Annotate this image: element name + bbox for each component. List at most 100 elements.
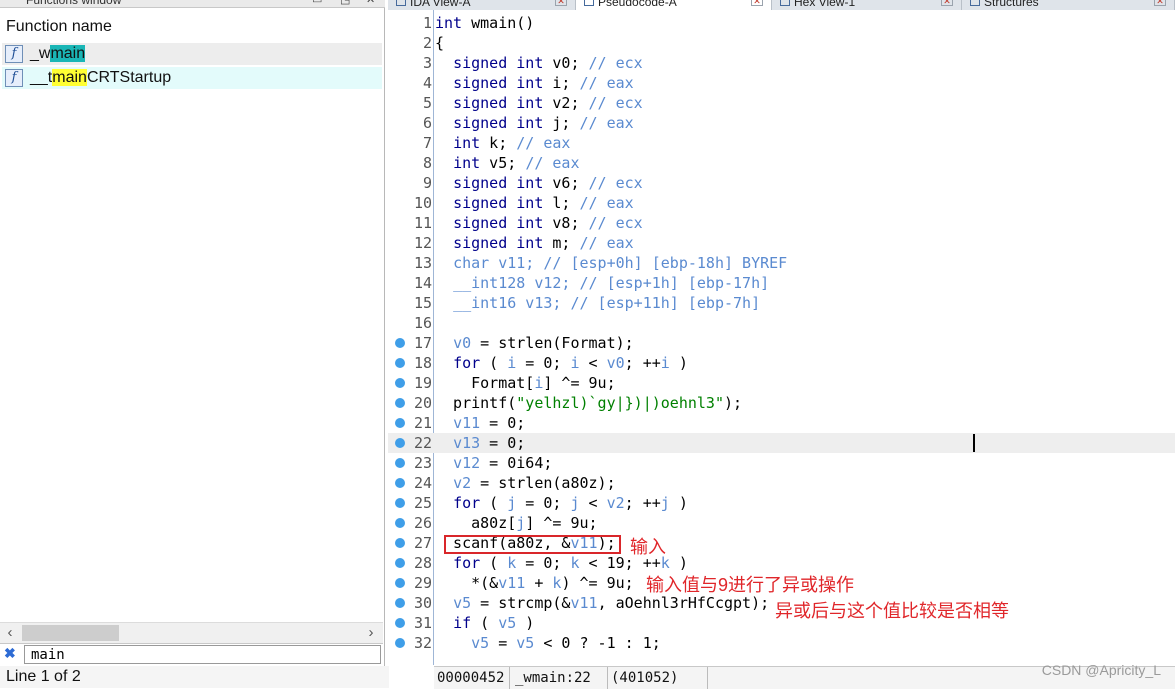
code-text[interactable]: __int16 v13; // [esp+11h] [ebp-7h] bbox=[435, 293, 760, 313]
code-line-9[interactable]: 9 signed int v6; // ecx bbox=[388, 173, 1175, 193]
code-line-28[interactable]: 28 for ( k = 0; k < 19; ++k ) bbox=[388, 553, 1175, 573]
close-icon[interactable]: ✕ bbox=[366, 0, 375, 8]
code-text[interactable]: signed int v2; // ecx bbox=[435, 93, 643, 113]
tab-hex-view-1[interactable]: Hex View-1 ✕ bbox=[772, 0, 962, 10]
code-line-19[interactable]: 19 Format[i] ^= 9u; bbox=[388, 373, 1175, 393]
code-text[interactable]: int k; // eax bbox=[435, 133, 570, 153]
code-line-4[interactable]: 4 signed int i; // eax bbox=[388, 73, 1175, 93]
code-text[interactable]: __int128 v12; // [esp+1h] [ebp-17h] bbox=[435, 273, 769, 293]
line-number: 15 bbox=[413, 294, 432, 312]
tab-close-icon[interactable]: ✕ bbox=[751, 0, 763, 6]
line-number: 12 bbox=[413, 234, 432, 252]
code-text[interactable]: v0 = strlen(Format); bbox=[435, 333, 634, 353]
code-text[interactable]: v5 = v5 < 0 ? -1 : 1; bbox=[435, 633, 661, 653]
code-text[interactable]: char v11; // [esp+0h] [ebp-18h] BYREF bbox=[435, 253, 787, 273]
code-text[interactable]: signed int v6; // ecx bbox=[435, 173, 643, 193]
code-line-20[interactable]: 20 printf("yelhzl)`gy|})|)oehnl3"); bbox=[388, 393, 1175, 413]
code-line-25[interactable]: 25 for ( j = 0; j < v2; ++j ) bbox=[388, 493, 1175, 513]
code-text[interactable]: v13 = 0; bbox=[435, 433, 525, 453]
code-line-6[interactable]: 6 signed int j; // eax bbox=[388, 113, 1175, 133]
function-row-wmain[interactable]: f _wmain bbox=[2, 43, 382, 65]
code-line-1[interactable]: 1 int wmain() bbox=[388, 13, 1175, 33]
line-number: 17 bbox=[413, 334, 432, 352]
code-text[interactable]: v11 = 0; bbox=[435, 413, 525, 433]
scrollbar-thumb[interactable] bbox=[22, 625, 119, 641]
line-number: 28 bbox=[413, 554, 432, 572]
tab-close-icon[interactable]: ✕ bbox=[941, 0, 953, 6]
code-line-17[interactable]: 17 v0 = strlen(Format); bbox=[388, 333, 1175, 353]
text-cursor bbox=[973, 434, 975, 452]
code-text[interactable]: signed int j; // eax bbox=[435, 113, 634, 133]
code-text[interactable]: signed int l; // eax bbox=[435, 193, 634, 213]
scroll-right-icon[interactable]: › bbox=[363, 623, 379, 643]
tab-close-icon[interactable]: ✕ bbox=[1154, 0, 1166, 6]
code-line-24[interactable]: 24 v2 = strlen(a80z); bbox=[388, 473, 1175, 493]
code-line-15[interactable]: 15 __int16 v13; // [esp+11h] [ebp-7h] bbox=[388, 293, 1175, 313]
code-line-2[interactable]: 2{ bbox=[388, 33, 1175, 53]
code-text[interactable]: printf("yelhzl)`gy|})|)oehnl3"); bbox=[435, 393, 742, 413]
code-text[interactable]: v2 = strlen(a80z); bbox=[435, 473, 616, 493]
code-line-7[interactable]: 7 int k; // eax bbox=[388, 133, 1175, 153]
line-number: 29 bbox=[413, 574, 432, 592]
scroll-left-icon[interactable]: ‹ bbox=[2, 623, 18, 643]
function-filter-input[interactable] bbox=[24, 645, 381, 664]
line-number: 20 bbox=[413, 394, 432, 412]
code-text[interactable]: for ( i = 0; i < v0; ++i ) bbox=[435, 353, 688, 373]
line-number: 13 bbox=[413, 254, 432, 272]
function-row-tmaincrtstartup[interactable]: f __tmainCRTStartup bbox=[2, 67, 382, 89]
functions-window-titlebar[interactable]: Functions window ▭ ◳ ✕ bbox=[0, 0, 385, 8]
status-location: _wmain:22 bbox=[512, 667, 608, 689]
code-text[interactable]: Format[i] ^= 9u; bbox=[435, 373, 616, 393]
float-icon[interactable]: ◳ bbox=[340, 0, 350, 8]
code-line-21[interactable]: 21 v11 = 0; bbox=[388, 413, 1175, 433]
code-line-10[interactable]: 10 signed int l; // eax bbox=[388, 193, 1175, 213]
line-number: 21 bbox=[413, 414, 432, 432]
line-number: 9 bbox=[422, 174, 432, 192]
code-line-26[interactable]: 26 a80z[j] ^= 9u; bbox=[388, 513, 1175, 533]
code-line-18[interactable]: 18 for ( i = 0; i < v0; ++i ) bbox=[388, 353, 1175, 373]
code-text[interactable]: if ( v5 ) bbox=[435, 613, 534, 633]
tab-ida-view-a[interactable]: IDA View-A ✕ bbox=[388, 0, 576, 10]
code-line-11[interactable]: 11 signed int v8; // ecx bbox=[388, 213, 1175, 233]
code-text[interactable]: *(&v11 + k) ^= 9u; bbox=[435, 573, 634, 593]
code-text[interactable]: signed int v0; // ecx bbox=[435, 53, 643, 73]
code-line-14[interactable]: 14 __int128 v12; // [esp+1h] [ebp-17h] bbox=[388, 273, 1175, 293]
code-line-13[interactable]: 13 char v11; // [esp+0h] [ebp-18h] BYREF bbox=[388, 253, 1175, 273]
line-number: 2 bbox=[422, 34, 432, 52]
tab-pseudocode-a[interactable]: Pseudocode-A ✕ bbox=[576, 0, 772, 10]
tab-structures[interactable]: Structures ✕ bbox=[962, 0, 1175, 10]
column-header-function-name[interactable]: Function name bbox=[0, 14, 383, 40]
code-line-23[interactable]: 23 v12 = 0i64; bbox=[388, 453, 1175, 473]
code-text[interactable]: v12 = 0i64; bbox=[435, 453, 552, 473]
code-text[interactable]: signed int v8; // ecx bbox=[435, 213, 643, 233]
code-text[interactable]: signed int m; // eax bbox=[435, 233, 634, 253]
clear-filter-icon[interactable]: ✖ bbox=[4, 645, 16, 662]
code-text[interactable]: { bbox=[435, 33, 444, 53]
status-offset: 00000452 bbox=[434, 667, 510, 689]
tab-close-icon[interactable]: ✕ bbox=[555, 0, 567, 6]
code-text[interactable]: signed int i; // eax bbox=[435, 73, 634, 93]
code-line-5[interactable]: 5 signed int v2; // ecx bbox=[388, 93, 1175, 113]
functions-window: Functions window ▭ ◳ ✕ Function name f _… bbox=[0, 0, 389, 688]
function-name: __tmainCRTStartup bbox=[30, 69, 172, 86]
horizontal-scrollbar[interactable]: ‹ › bbox=[0, 622, 383, 643]
code-text[interactable]: for ( j = 0; j < v2; ++j ) bbox=[435, 493, 688, 513]
line-number: 10 bbox=[413, 194, 432, 212]
pseudocode-view[interactable]: 1 int wmain() 2{3 signed int v0; // ecx 4 s… bbox=[388, 10, 1175, 665]
code-text[interactable]: int wmain() bbox=[435, 13, 534, 33]
code-line-22[interactable]: 22 v13 = 0; bbox=[388, 433, 1175, 453]
code-line-12[interactable]: 12 signed int m; // eax bbox=[388, 233, 1175, 253]
code-text[interactable]: int v5; // eax bbox=[435, 153, 579, 173]
code-text[interactable]: a80z[j] ^= 9u; bbox=[435, 513, 597, 533]
search-highlight: main bbox=[50, 45, 86, 62]
structures-icon bbox=[970, 0, 980, 6]
line-number: 16 bbox=[413, 314, 432, 332]
code-line-3[interactable]: 3 signed int v0; // ecx bbox=[388, 53, 1175, 73]
code-line-32[interactable]: 32 v5 = v5 < 0 ? -1 : 1; bbox=[388, 633, 1175, 653]
scanf-highlight-box bbox=[444, 535, 621, 554]
code-line-8[interactable]: 8 int v5; // eax bbox=[388, 153, 1175, 173]
line-number: 31 bbox=[413, 614, 432, 632]
dock-icon[interactable]: ▭ bbox=[312, 0, 322, 8]
code-line-16[interactable]: 16 bbox=[388, 313, 1175, 333]
line-number: 14 bbox=[413, 274, 432, 292]
